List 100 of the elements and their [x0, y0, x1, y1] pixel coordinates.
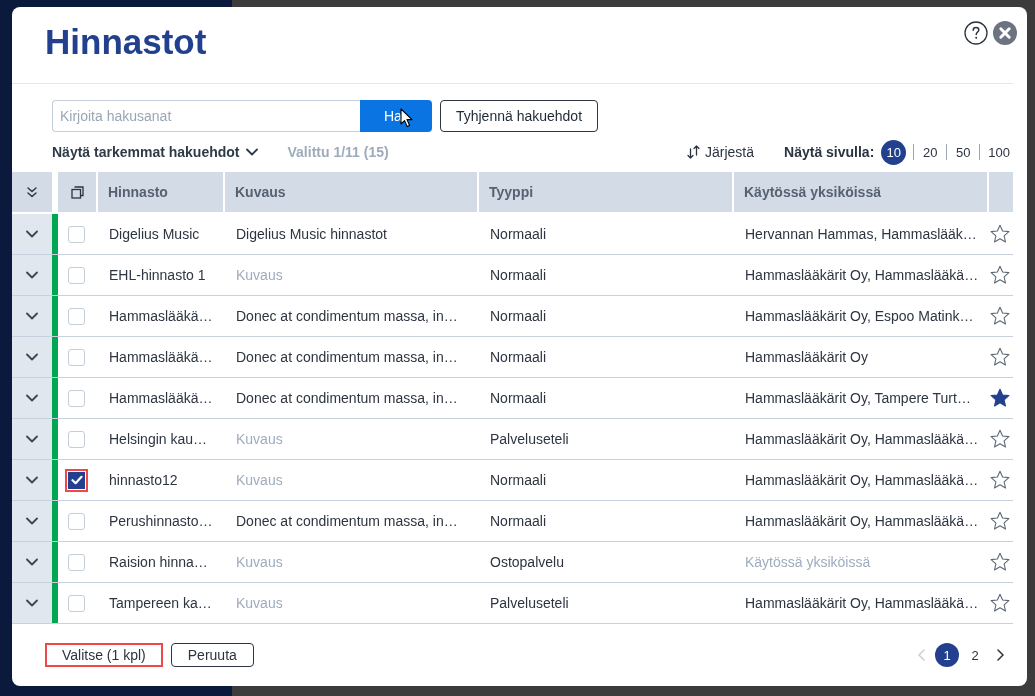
expand-row-button[interactable] [12, 501, 52, 541]
star-icon[interactable] [990, 265, 1010, 285]
row-checkbox[interactable] [68, 307, 85, 325]
expand-row-button[interactable] [12, 378, 52, 418]
sort-button[interactable]: Järjestä [687, 144, 755, 160]
table-cell-text: Donec at condimentum massa, in… [235, 348, 459, 367]
row-checkbox[interactable] [68, 594, 85, 612]
help-icon[interactable] [964, 21, 988, 45]
column-header[interactable]: Käytössä yksiköissä [732, 172, 987, 212]
star-icon[interactable] [990, 552, 1010, 572]
table-cell-text: Tampereen ka… [108, 594, 213, 613]
table-cell-text: Normaali [489, 389, 547, 408]
table-cell-text: Ostopalvelu [489, 553, 565, 572]
table-cell-text: Hammaslääkä… [108, 348, 214, 367]
table-cell-text: Hammaslääkärit Oy, Tampere Turt… [744, 389, 972, 408]
row-checkbox[interactable] [68, 512, 85, 530]
page-size-option[interactable]: 20 [921, 139, 940, 165]
table-cell-text: Käytössä yksiköissä [744, 553, 872, 572]
chevron-down-icon [26, 476, 38, 484]
table-cell-text: Palveluseteli [489, 594, 570, 613]
expand-row-button[interactable] [12, 337, 52, 377]
table-cell-text: Hammaslääkärit Oy, Hammaslääkä… [744, 512, 980, 531]
table-cell-text: Digelius Music [108, 225, 201, 244]
row-checkbox[interactable] [68, 348, 85, 366]
table-cell-text: Hervannan Hammas, Hammaslääk… [744, 225, 978, 244]
table-cell-text: Normaali [489, 348, 547, 367]
chevron-right-icon [997, 649, 1004, 661]
column-header[interactable]: Hinnasto [96, 172, 223, 212]
chevron-down-icon [26, 517, 38, 525]
advanced-search-toggle[interactable]: Näytä tarkemmat hakuehdot [52, 144, 258, 160]
table-cell-text: Kuvaus [235, 471, 284, 490]
cancel-button[interactable]: Peruuta [170, 643, 254, 667]
expand-all-button[interactable] [12, 172, 52, 212]
page-size-option[interactable]: 10 [881, 139, 907, 165]
search-button[interactable]: Ha [360, 100, 432, 132]
chevron-down-icon [245, 148, 258, 156]
table-cell-text: Raision hinna… [108, 553, 209, 572]
check-icon [70, 475, 83, 485]
star-icon[interactable] [990, 306, 1010, 326]
chevron-down-icon [26, 353, 38, 361]
table-cell-text: Normaali [489, 471, 547, 490]
page-size-option[interactable]: 50 [954, 139, 973, 165]
table-cell-text: Hammaslääkärit Oy, Hammaslääkä… [744, 266, 980, 285]
table-cell-text: Normaali [489, 266, 547, 285]
expand-row-button[interactable] [12, 255, 52, 295]
select-all-button[interactable] [58, 172, 96, 212]
sort-icon [687, 145, 700, 159]
column-header[interactable]: Kuvaus [223, 172, 477, 212]
table-cell-text: Kuvaus [235, 266, 284, 285]
search-field[interactable]: Kirjoita hakusanat [52, 100, 360, 132]
row-checkbox[interactable] [68, 225, 85, 243]
star-icon[interactable] [990, 470, 1010, 490]
page-size-label: Näytä sivulla: [784, 144, 875, 160]
expand-row-button[interactable] [12, 583, 52, 623]
expand-row-button[interactable] [12, 542, 52, 582]
table-cell-text: Normaali [489, 512, 547, 531]
dialog-title: Hinnastot [45, 24, 207, 60]
select-button[interactable]: Valitse (1 kpl) [45, 643, 163, 667]
star-icon[interactable] [990, 347, 1010, 367]
table-cell-text: Helsingin kau… [108, 430, 209, 449]
star-icon[interactable] [990, 511, 1010, 531]
row-checkbox[interactable] [68, 553, 85, 571]
page-button[interactable]: 2 [963, 643, 987, 667]
star-icon[interactable] [990, 388, 1010, 408]
row-checkbox[interactable] [68, 266, 85, 284]
table-cell-text: Hammaslääkärit Oy, Hammaslääkä… [744, 430, 980, 449]
expand-row-button[interactable] [12, 214, 52, 254]
column-header[interactable]: Tyyppi [477, 172, 732, 212]
page-button[interactable]: 1 [935, 643, 959, 667]
stacked-squares-icon [70, 185, 84, 199]
close-icon[interactable] [993, 21, 1017, 45]
expand-row-button[interactable] [12, 419, 52, 459]
table-cell-text: Kuvaus [235, 594, 284, 613]
cursor-icon [400, 108, 413, 128]
chevron-down-icon [26, 271, 38, 279]
row-checkbox[interactable] [68, 430, 85, 448]
chevron-down-icon [26, 558, 38, 566]
expand-row-button[interactable] [12, 296, 52, 336]
table-cell-text: Hammaslääkärit Oy, Hammaslääkä… [744, 471, 980, 490]
chevron-left-icon [918, 649, 925, 661]
row-checkbox[interactable] [65, 468, 88, 492]
star-icon[interactable] [990, 224, 1010, 244]
chevron-down-icon [26, 599, 38, 607]
table-cell-text: hinnasto12 [108, 471, 179, 490]
chevron-down-icon [26, 312, 38, 320]
table-cell-text: Kuvaus [235, 553, 284, 572]
chevron-down-icon [26, 394, 38, 402]
page-size-option[interactable]: 100 [987, 139, 1011, 165]
clear-search-button[interactable]: Tyhjennä hakuehdot [440, 100, 598, 132]
table-cell-text: Donec at condimentum massa, in… [235, 307, 459, 326]
double-chevron-icon [27, 186, 37, 198]
chevron-down-icon [26, 230, 38, 238]
star-icon[interactable] [990, 429, 1010, 449]
star-icon[interactable] [990, 593, 1010, 613]
table-cell-text: Hammaslääkä… [108, 307, 214, 326]
table-cell-text: Hammaslääkärit Oy, Espoo Matink… [744, 307, 975, 326]
expand-row-button[interactable] [12, 460, 52, 500]
table-cell-text: Donec at condimentum massa, in… [235, 512, 459, 531]
table-cell-text: Normaali [489, 225, 547, 244]
row-checkbox[interactable] [68, 389, 85, 407]
